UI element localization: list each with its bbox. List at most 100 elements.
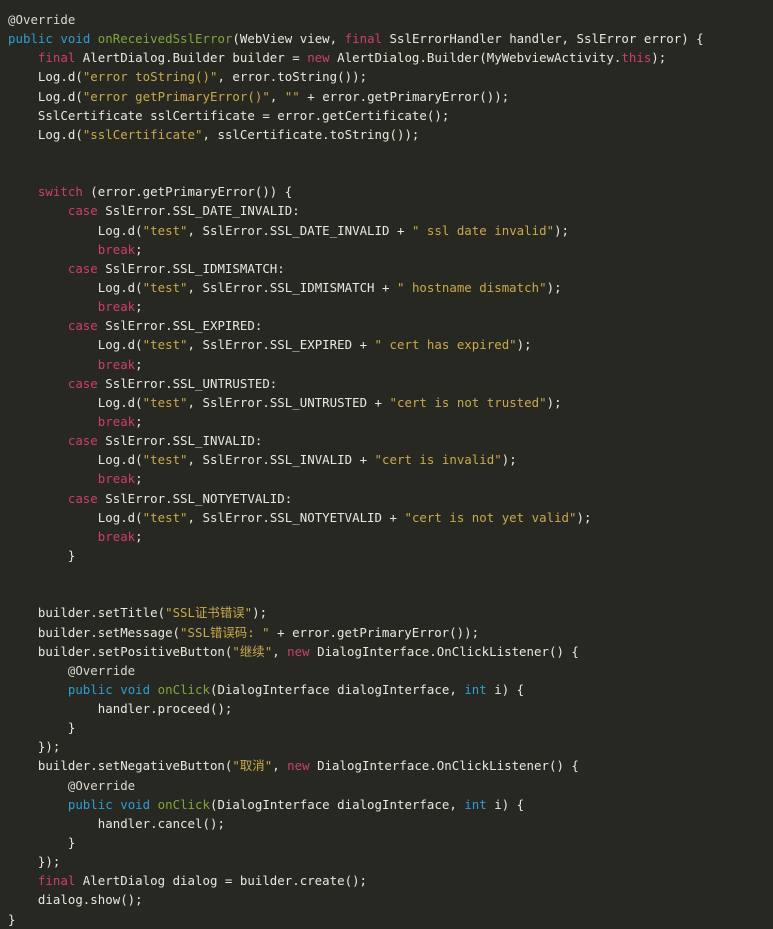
code-token-plain: AlertDialog.Builder(MyWebviewActivity. — [329, 50, 622, 66]
code-line[interactable]: handler.cancel(); — [0, 814, 773, 833]
code-token-plain: }); — [37, 739, 61, 755]
code-lines-container[interactable]: @Override public void onReceivedSslError(… — [0, 10, 773, 929]
code-token-plain: builder.setPositiveButton( — [37, 643, 233, 659]
code-line[interactable]: builder.setMessage("SSL错误码: " + error.ge… — [0, 623, 773, 642]
code-token-plain: (error.getPrimaryError()) { — [82, 184, 293, 200]
code-token-str: " cert has expired" — [374, 337, 517, 353]
code-token-plain: AlertDialog.Builder builder = — [75, 50, 308, 66]
code-token-kw: public — [67, 681, 113, 697]
code-token-plain: Log.d( — [37, 126, 83, 142]
code-line[interactable]: case SslError.SSL_EXPIRED: — [0, 316, 773, 335]
code-token-plain: ); — [501, 452, 517, 468]
code-token-kw: void — [120, 796, 151, 812]
code-token-plain: Log.d( — [37, 69, 83, 85]
code-token-kw: void — [60, 31, 91, 47]
code-line[interactable]: break; — [0, 297, 773, 316]
code-line[interactable]: final AlertDialog dialog = builder.creat… — [0, 871, 773, 890]
code-line[interactable]: case SslError.SSL_UNTRUSTED: — [0, 374, 773, 393]
code-token-plain: ); — [651, 50, 667, 66]
code-line[interactable]: switch (error.getPrimaryError()) { — [0, 182, 773, 201]
code-line[interactable]: Log.d("sslCertificate", sslCertificate.t… — [0, 125, 773, 144]
code-token-kw: int — [464, 681, 487, 697]
code-line[interactable]: @Override — [0, 776, 773, 795]
code-line[interactable]: break; — [0, 527, 773, 546]
code-line[interactable]: @Override — [0, 10, 773, 29]
code-token-plain: SslError.SSL_UNTRUSTED: — [97, 375, 278, 391]
code-token-kw2: case — [67, 490, 98, 506]
code-token-kw2: break — [97, 356, 136, 372]
code-token-plain: DialogInterface.OnClickListener() { — [309, 643, 579, 659]
code-line[interactable]: builder.setPositiveButton("继续", new Dial… — [0, 642, 773, 661]
code-token-str: "cert is not trusted" — [389, 394, 547, 410]
code-token-plain: } — [67, 720, 76, 736]
code-line[interactable]: dialog.show(); — [0, 890, 773, 909]
code-line[interactable]: } — [0, 833, 773, 852]
code-token-str: "SSL错误码: " — [180, 624, 270, 640]
code-token-str: " hostname dismatch" — [396, 279, 547, 295]
code-line[interactable]: }); — [0, 852, 773, 871]
code-line[interactable]: Log.d("test", SslError.SSL_DATE_INVALID … — [0, 221, 773, 240]
code-line[interactable] — [0, 584, 773, 603]
code-line[interactable] — [0, 163, 773, 182]
code-line[interactable]: case SslError.SSL_INVALID: — [0, 431, 773, 450]
code-viewer[interactable]: @Override public void onReceivedSslError(… — [0, 0, 773, 927]
code-line[interactable]: case SslError.SSL_DATE_INVALID: — [0, 201, 773, 220]
code-line[interactable]: public void onClick(DialogInterface dial… — [0, 795, 773, 814]
code-line[interactable]: break; — [0, 355, 773, 374]
code-token-str: "test" — [142, 452, 188, 468]
code-line[interactable]: break; — [0, 469, 773, 488]
code-line[interactable]: builder.setNegativeButton("取消", new Dial… — [0, 756, 773, 775]
code-token-fn: onClick — [157, 681, 210, 697]
code-line[interactable]: }); — [0, 737, 773, 756]
code-line[interactable]: handler.proceed(); — [0, 699, 773, 718]
code-line[interactable]: } — [0, 546, 773, 565]
code-token-plain: + error.getPrimaryError()); — [299, 88, 510, 104]
code-token-kw2: break — [97, 471, 136, 487]
code-line[interactable]: Log.d("test", SslError.SSL_EXPIRED + " c… — [0, 335, 773, 354]
code-token-plain: (DialogInterface dialogInterface, — [209, 681, 465, 697]
code-line[interactable]: SslCertificate sslCertificate = error.ge… — [0, 106, 773, 125]
code-line[interactable]: public void onClick(DialogInterface dial… — [0, 680, 773, 699]
code-line[interactable]: case SslError.SSL_NOTYETVALID: — [0, 489, 773, 508]
code-token-plain: handler.cancel(); — [97, 815, 225, 831]
code-line[interactable]: } — [0, 910, 773, 929]
code-line[interactable]: final AlertDialog.Builder builder = new … — [0, 48, 773, 67]
code-line[interactable]: } — [0, 718, 773, 737]
code-token-kw2: new — [307, 50, 330, 66]
code-line[interactable]: builder.setTitle("SSL证书错误"); — [0, 603, 773, 622]
code-line[interactable]: Log.d("error getPrimaryError()", "" + er… — [0, 87, 773, 106]
code-token-plain: , SslError.SSL_DATE_INVALID + — [187, 222, 412, 238]
code-line[interactable]: Log.d("test", SslError.SSL_UNTRUSTED + "… — [0, 393, 773, 412]
code-line[interactable]: Log.d("test", SslError.SSL_IDMISMATCH + … — [0, 278, 773, 297]
code-line[interactable]: Log.d("error toString()", error.toString… — [0, 67, 773, 86]
code-token-anno: @Override — [67, 777, 136, 793]
code-line[interactable] — [0, 144, 773, 163]
code-line[interactable]: break; — [0, 240, 773, 259]
code-token-plain: SslCertificate sslCertificate = error.ge… — [37, 107, 450, 123]
code-line[interactable]: Log.d("test", SslError.SSL_NOTYETVALID +… — [0, 508, 773, 527]
code-line[interactable] — [0, 565, 773, 584]
code-line[interactable]: Log.d("test", SslError.SSL_INVALID + "ce… — [0, 450, 773, 469]
code-line[interactable]: public void onReceivedSslError(WebView v… — [0, 29, 773, 48]
code-line[interactable]: case SslError.SSL_IDMISMATCH: — [0, 259, 773, 278]
code-token-plain: (WebView view, — [232, 31, 345, 47]
code-token-str: "test" — [142, 509, 188, 525]
code-token-plain: , SslError.SSL_EXPIRED + — [187, 337, 375, 353]
code-line[interactable]: @Override — [0, 661, 773, 680]
code-token-plain: (DialogInterface dialogInterface, — [209, 796, 465, 812]
code-token-plain: } — [8, 911, 16, 927]
code-line[interactable]: break; — [0, 412, 773, 431]
